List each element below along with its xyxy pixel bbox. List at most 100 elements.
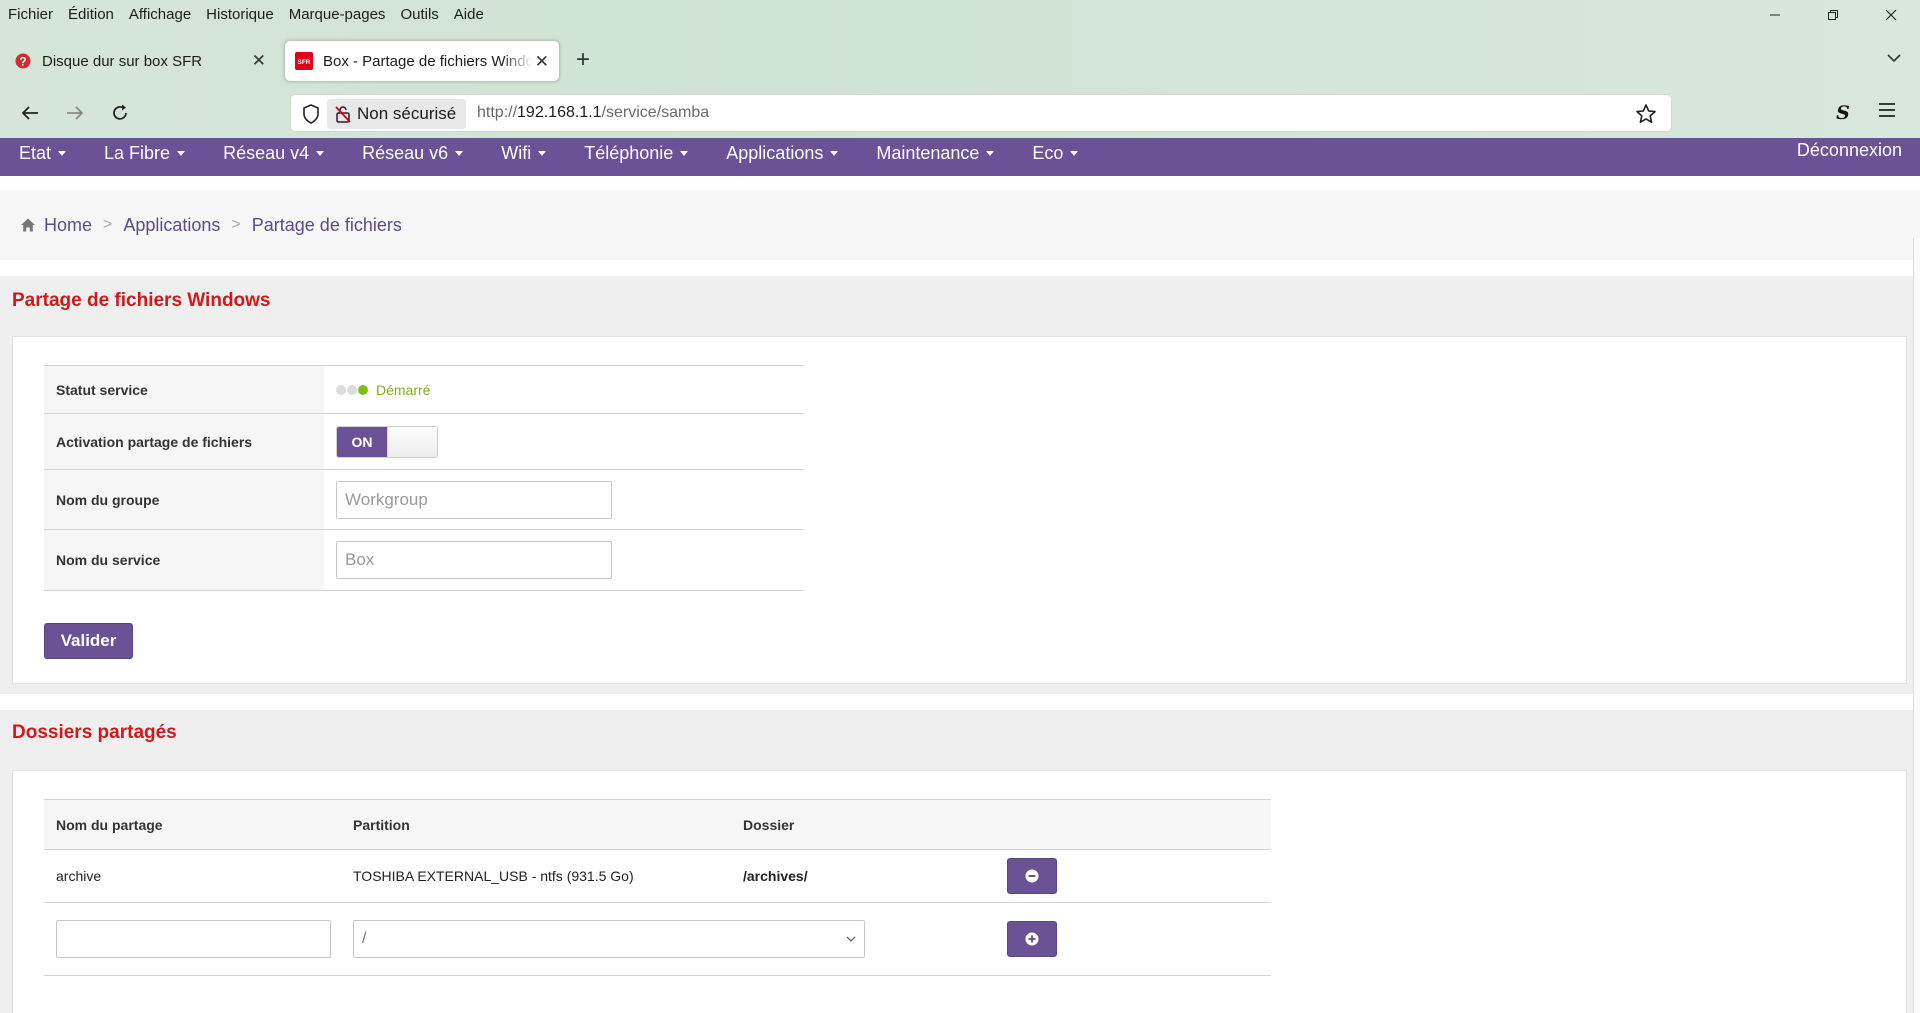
samba-panel: Statut service Démarré Activation partag…: [12, 336, 1907, 684]
nav-la-fibre[interactable]: La Fibre: [85, 134, 204, 172]
status-value: Démarré: [376, 381, 431, 398]
bookmark-star-icon[interactable]: [1635, 103, 1657, 130]
shares-panel: Nom du partage Partition Dossier archive…: [12, 770, 1907, 1013]
nav-wifi[interactable]: Wifi: [482, 134, 565, 172]
menu-edition[interactable]: Édition: [68, 6, 114, 23]
tab-title: Box - Partage de fichiers Windows: [323, 52, 533, 70]
tab-partage-fichiers[interactable]: SFR Box - Partage de fichiers Windows ✕: [284, 40, 560, 82]
caret-down-icon: [680, 150, 689, 156]
share-name-cell: archive: [44, 849, 341, 903]
nav-applications[interactable]: Applications: [707, 134, 857, 172]
nav-label: Wifi: [501, 142, 532, 163]
breadcrumb-applications[interactable]: Applications: [123, 215, 220, 236]
tab-bar: ? Disque dur sur box SFR ✕ SFR Box - Par…: [0, 38, 1920, 84]
svg-text:SFR: SFR: [298, 59, 311, 66]
close-window-icon[interactable]: [1862, 0, 1920, 30]
menu-affichage[interactable]: Affichage: [129, 6, 191, 23]
service-name-input[interactable]: Box: [336, 541, 612, 579]
url-host: 192.168.1.1: [517, 104, 602, 121]
navigation-toolbar: Non sécurisé http://192.168.1.1/service/…: [0, 88, 1920, 138]
restore-icon[interactable]: [1804, 0, 1862, 30]
new-partition-cell: /: [341, 902, 995, 976]
add-share-button[interactable]: [1007, 921, 1057, 957]
new-share-name-cell: [44, 902, 341, 976]
col-header-folder: Dossier: [731, 799, 995, 850]
nav-maintenance[interactable]: Maintenance: [857, 134, 1013, 172]
new-share-name-input[interactable]: [56, 920, 331, 958]
partition-select[interactable]: /: [353, 920, 865, 958]
status-cell: Démarré: [324, 365, 804, 414]
nav-eco[interactable]: Eco: [1013, 134, 1097, 172]
table-row: archive TOSHIBA EXTERNAL_USB - ntfs (931…: [44, 849, 1271, 903]
partition-cell: TOSHIBA EXTERNAL_USB - ntfs (931.5 Go): [341, 849, 731, 903]
caret-down-icon: [58, 150, 67, 156]
status-label: Statut service: [44, 365, 324, 414]
close-tab-icon[interactable]: ✕: [535, 52, 549, 72]
caret-down-icon: [538, 150, 547, 156]
extension-s-icon[interactable]: S: [1830, 100, 1856, 126]
new-tab-icon[interactable]: +: [576, 46, 590, 74]
close-tab-icon[interactable]: ✕: [252, 51, 266, 71]
menu-bar: Fichier Édition Affichage Historique Mar…: [0, 0, 1920, 28]
group-name-input[interactable]: Workgroup: [336, 480, 612, 519]
toggle-knob: [387, 426, 437, 457]
shares-table: Nom du partage Partition Dossier archive…: [44, 799, 1271, 976]
url-bar[interactable]: Non sécurisé http://192.168.1.1/service/…: [290, 94, 1672, 132]
app-menu-icon[interactable]: [1878, 102, 1896, 123]
forward-icon[interactable]: [62, 100, 88, 126]
menu-aide[interactable]: Aide: [454, 6, 484, 23]
partition-select-value: /: [362, 930, 367, 947]
samba-section: Partage de fichiers Windows Statut servi…: [0, 276, 1913, 694]
nav-reseau-v4[interactable]: Réseau v4: [204, 134, 343, 172]
logout-link[interactable]: Déconnexion: [1797, 140, 1902, 161]
caret-down-icon: [830, 150, 839, 156]
status-dot-active-icon: [358, 384, 368, 395]
remove-share-button[interactable]: [1007, 858, 1057, 894]
nav-telephonie[interactable]: Téléphonie: [565, 134, 707, 172]
col-header-share-name: Nom du partage: [44, 799, 341, 850]
breadcrumb-home[interactable]: Home: [44, 215, 92, 236]
activation-cell: ON: [324, 413, 804, 470]
page-scrollbar[interactable]: [1913, 238, 1920, 1013]
unlocked-lock-icon: [335, 106, 351, 123]
breadcrumb-partage[interactable]: Partage de fichiers: [252, 215, 402, 236]
caret-down-icon: [986, 150, 995, 156]
nav-label: Etat: [19, 142, 52, 163]
minimize-icon[interactable]: [1746, 0, 1804, 30]
menu-historique[interactable]: Historique: [206, 6, 274, 23]
breadcrumb-separator: >: [231, 216, 241, 233]
not-secure-label: Non sécurisé: [357, 104, 457, 123]
tracking-shield-icon[interactable]: [301, 103, 321, 130]
shares-section-title: Dossiers partagés: [12, 722, 177, 743]
nav-label: La Fibre: [104, 142, 171, 163]
tab-disque-dur[interactable]: ? Disque dur sur box SFR ✕: [4, 40, 276, 82]
list-tabs-icon[interactable]: [1886, 50, 1902, 71]
not-secure-badge[interactable]: Non sécurisé: [327, 99, 467, 129]
nav-etat[interactable]: Etat: [0, 134, 85, 172]
reload-icon[interactable]: [107, 100, 133, 126]
main-nav: Etat La Fibre Réseau v4 Réseau v6 Wifi T…: [0, 138, 1920, 176]
menu-outils[interactable]: Outils: [400, 6, 438, 23]
nav-reseau-v6[interactable]: Réseau v6: [343, 134, 482, 172]
nav-label: Réseau v6: [362, 142, 449, 163]
service-name-cell: Box: [324, 529, 804, 591]
status-dot-icon: [336, 384, 346, 395]
help-favicon-icon: ?: [14, 52, 32, 70]
window-controls: [1746, 0, 1920, 30]
valider-button[interactable]: Valider: [44, 623, 133, 659]
breadcrumb: Home > Applications > Partage de fichier…: [0, 190, 1920, 260]
plus-circle-icon: [1025, 932, 1039, 946]
caret-down-icon: [1070, 150, 1079, 156]
shares-section: Dossiers partagés Nom du partage Partiti…: [0, 710, 1913, 1013]
breadcrumb-separator: >: [103, 216, 113, 233]
folder-cell: /archives/: [731, 849, 995, 903]
menu-fichier[interactable]: Fichier: [8, 6, 53, 23]
menu-marque-pages[interactable]: Marque-pages: [289, 6, 386, 23]
activation-toggle[interactable]: ON: [336, 425, 438, 458]
url-text[interactable]: http://192.168.1.1/service/samba: [477, 104, 709, 122]
caret-down-icon: [316, 150, 325, 156]
nav-label: Maintenance: [876, 142, 980, 163]
url-scheme: http://: [477, 104, 518, 121]
back-icon[interactable]: [17, 100, 43, 126]
col-header-actions: [995, 799, 1271, 850]
